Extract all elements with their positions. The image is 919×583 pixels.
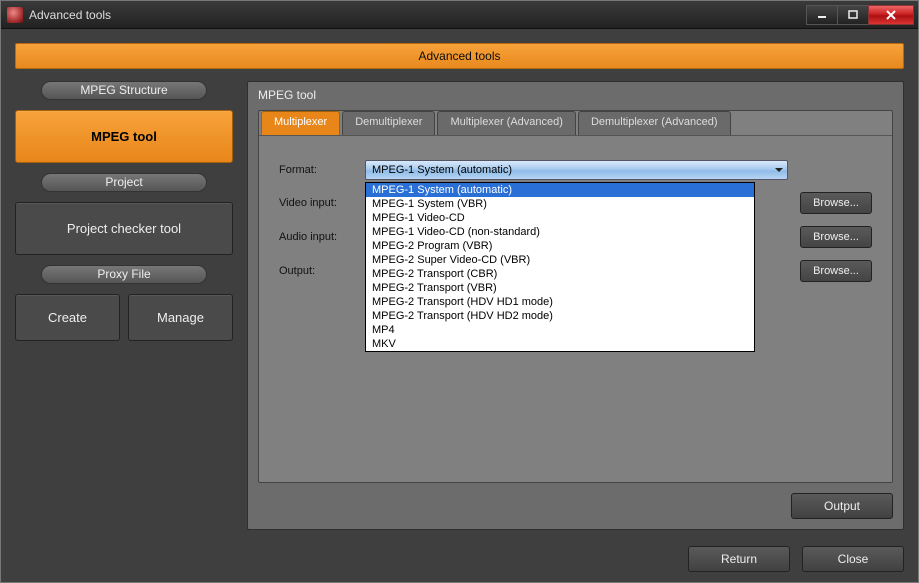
tab-demultiplexer-advanced[interactable]: Demultiplexer (Advanced) [578,111,731,135]
app-icon [7,7,23,23]
sidebar-section-proxy-file: Proxy File [41,265,207,284]
audio-input-label: Audio input: [279,231,365,243]
browse-output-button[interactable]: Browse... [800,260,872,282]
client-area: Advanced tools MPEG Structure MPEG tool … [1,29,918,582]
format-combo-value: MPEG-1 System (automatic) [372,164,512,176]
format-option[interactable]: MKV [366,337,754,351]
sidebar-section-mpeg-structure: MPEG Structure [41,81,207,100]
close-window-button[interactable] [868,5,914,25]
format-option[interactable]: MPEG-1 System (automatic) [366,183,754,197]
format-label: Format: [279,164,365,176]
format-option[interactable]: MPEG-1 Video-CD (non-standard) [366,225,754,239]
browse-audio-button[interactable]: Browse... [800,226,872,248]
minimize-button[interactable] [806,5,838,25]
sidebar: MPEG Structure MPEG tool Project Project… [15,81,233,530]
main: MPEG Structure MPEG tool Project Project… [15,81,904,530]
format-option[interactable]: MPEG-1 System (VBR) [366,197,754,211]
titlebar[interactable]: Advanced tools [1,1,918,29]
banner: Advanced tools [15,43,904,69]
format-combo[interactable]: MPEG-1 System (automatic) [365,160,788,180]
tab-demultiplexer[interactable]: Demultiplexer [342,111,435,135]
app-window: Advanced tools Advanced tools MPEG Struc… [0,0,919,583]
format-option[interactable]: MPEG-1 Video-CD [366,211,754,225]
format-option[interactable]: MP4 [366,323,754,337]
sidebar-btn-project-checker[interactable]: Project checker tool [15,202,233,255]
panel: MPEG tool Multiplexer Demultiplexer Mult… [247,81,904,530]
sidebar-section-project: Project [41,173,207,192]
close-button[interactable]: Close [802,546,904,572]
format-option[interactable]: MPEG-2 Transport (HDV HD1 mode) [366,295,754,309]
sidebar-btn-manage[interactable]: Manage [128,294,233,341]
output-button[interactable]: Output [791,493,893,519]
tab-area: Multiplexer Demultiplexer Multiplexer (A… [258,110,893,483]
tabs: Multiplexer Demultiplexer Multiplexer (A… [259,111,892,135]
format-option[interactable]: MPEG-2 Program (VBR) [366,239,754,253]
format-option[interactable]: MPEG-2 Super Video-CD (VBR) [366,253,754,267]
tab-body: Format: MPEG-1 System (automatic) Video … [259,135,892,482]
sidebar-btn-mpeg-tool[interactable]: MPEG tool [15,110,233,163]
panel-title: MPEG tool [248,82,903,110]
format-option[interactable]: MPEG-2 Transport (CBR) [366,267,754,281]
return-button[interactable]: Return [688,546,790,572]
format-option[interactable]: MPEG-2 Transport (VBR) [366,281,754,295]
format-option[interactable]: MPEG-2 Transport (HDV HD2 mode) [366,309,754,323]
video-input-label: Video input: [279,197,365,209]
tab-multiplexer[interactable]: Multiplexer [261,111,340,135]
format-dropdown[interactable]: MPEG-1 System (automatic) MPEG-1 System … [365,182,755,352]
window-title: Advanced tools [29,8,807,22]
tab-multiplexer-advanced[interactable]: Multiplexer (Advanced) [437,111,576,135]
browse-video-button[interactable]: Browse... [800,192,872,214]
output-label: Output: [279,265,365,277]
chevron-down-icon [775,168,783,172]
sidebar-btn-create[interactable]: Create [15,294,120,341]
bottom-bar: Return Close [15,542,904,572]
maximize-button[interactable] [837,5,869,25]
